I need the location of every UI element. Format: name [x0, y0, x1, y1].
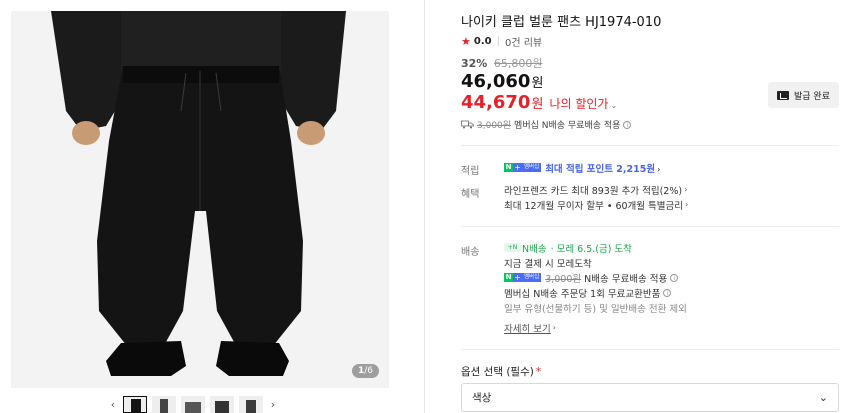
details-link-text: 자세히 보기 [504, 323, 551, 335]
max-points-link[interactable]: 최대 적립 포인트 2,215원 › [545, 161, 660, 175]
discount-rate: 32% [461, 57, 488, 70]
info-icon[interactable]: i [623, 120, 632, 129]
thumbnail-5[interactable] [239, 396, 263, 413]
delivery-label: 배송 [461, 247, 480, 258]
truck-icon [461, 120, 474, 129]
delivery-content: +N N배송 · 모레 6.5.(금) 도착 지금 결제 시 모레도착 N + 멤버… [504, 240, 687, 335]
shipping-fee-struck: 3,000원 [477, 121, 512, 131]
option-select-label: 옵션 선택 (필수) * [461, 364, 541, 379]
benefit-card-link[interactable]: 라인프렌즈 카드 최대 893원 추가 적립(2%) › [504, 182, 688, 197]
my-price-unit: 원 [531, 97, 544, 112]
chevron-right-icon: › [684, 185, 688, 194]
thumb-next-button[interactable]: › [268, 396, 278, 413]
delivery-line-2: 지금 결제 시 모레도착 [504, 258, 592, 270]
delivery-free-shipping: N + 멤버십 3,000원 N배송 무료배송 적용 i [504, 270, 687, 285]
benefit-installment-text: 최대 12개월 무이자 할부 • 60개월 특별금리 [504, 200, 683, 212]
coupon-button-label: 발급 완료 [794, 91, 830, 102]
thumb-prev-button[interactable]: ‹ [108, 396, 118, 413]
chevron-down-icon: ⌄ [610, 101, 618, 110]
shipping-free-text: 멤버십 N배송 무료배송 적용 [514, 121, 621, 131]
divider-bar: | [496, 36, 500, 47]
n-delivery-icon: +N [504, 243, 521, 252]
review-count[interactable]: 0건 리뷰 [505, 34, 542, 49]
section-divider [461, 145, 839, 146]
star-icon: ★ [461, 35, 471, 48]
coupon-icon [777, 90, 789, 100]
membership-label: 멤버십 [522, 163, 542, 172]
section-divider [461, 349, 839, 350]
thumbnail-strip: ‹ › [108, 396, 278, 413]
naver-n-icon: N [504, 273, 513, 282]
option-label-text: 옵션 선택 (필수) [461, 366, 534, 378]
benefits-label: 혜택 [461, 189, 480, 200]
info-icon[interactable]: i [663, 288, 672, 297]
rating-row: ★ 0.0 | 0건 리뷰 [461, 34, 542, 49]
chevron-down-icon: ⌄ [818, 391, 828, 404]
info-icon[interactable]: i [670, 273, 679, 282]
delivery-arrival: +N N배송 · 모레 6.5.(금) 도착 [504, 240, 687, 255]
required-mark: * [535, 366, 542, 378]
thumbnail-2[interactable] [152, 396, 176, 413]
product-gallery: 1/6 ‹ › [0, 0, 425, 413]
pants-illustration [11, 11, 389, 388]
price-row: 46,060 원 [461, 71, 543, 92]
plus-icon: + [513, 273, 522, 282]
naver-membership-badge: N + 멤버십 [504, 163, 542, 172]
delivery-details-link[interactable]: 자세히 보기 › [504, 320, 687, 335]
benefit-card-text: 라인프렌즈 카드 최대 893원 추가 적립(2%) [504, 185, 683, 197]
points-content: N + 멤버십 최대 적립 포인트 2,215원 › [504, 160, 660, 175]
delivery-exchange: 멤버십 N배송 주문당 1회 무료교환반품 i [504, 285, 687, 300]
delivery-fee-struck: 3,000원 [545, 273, 582, 285]
benefits-content: 라인프렌즈 카드 최대 893원 추가 적립(2%) › 최대 12개월 무이자 … [504, 182, 688, 212]
delivery-free-text: N배송 무료배송 적용 [584, 273, 668, 285]
thumbnail-1[interactable] [123, 396, 147, 413]
delivery-exclusion: 일부 유형(선물하기 등) 및 일반배송 전환 제외 [504, 303, 687, 315]
plus-icon: + [513, 163, 522, 172]
rating-score: 0.0 [473, 36, 492, 47]
my-price-label: 나의 할인가 [549, 97, 609, 111]
main-product-image[interactable]: 1/6 [11, 11, 389, 388]
coupon-issued-button[interactable]: 발급 완료 [768, 82, 839, 108]
max-points-text: 최대 적립 포인트 2,215원 [545, 163, 656, 175]
discount-row: 32% 65,800원 [461, 55, 542, 71]
chevron-right-icon: › [552, 323, 556, 332]
color-option-select[interactable]: 색상 ⌄ [461, 383, 839, 412]
section-divider [461, 226, 839, 227]
my-price-row: 44,670 원 나의 할인가 ⌄ [461, 92, 617, 113]
original-price: 65,800원 [493, 57, 543, 70]
product-page: 1/6 ‹ › 나이키 클럽 벌룬 팬츠 HJ1974-010 ★ 0.0 | … [0, 0, 850, 413]
naver-n-icon: N [504, 163, 513, 172]
sale-price: 46,060 [461, 71, 531, 92]
image-counter: 1/6 [351, 364, 379, 378]
my-discount-price: 44,670 [461, 92, 531, 113]
naver-membership-badge: N + 멤버십 [504, 273, 542, 282]
thumbnail-4[interactable] [210, 396, 234, 413]
membership-label: 멤버십 [522, 273, 542, 282]
select-value: 색상 [472, 392, 492, 404]
product-title: 나이키 클럽 벌룬 팬츠 HJ1974-010 [461, 15, 662, 30]
thumbnail-3[interactable] [181, 396, 205, 413]
points-label: 적립 [461, 166, 480, 177]
chevron-right-icon: › [685, 200, 689, 209]
n-delivery-tag: N배송 [522, 243, 547, 255]
chevron-right-icon: › [657, 164, 661, 174]
my-price-dropdown[interactable]: 나의 할인가 ⌄ [549, 95, 617, 112]
benefit-installment-link[interactable]: 최대 12개월 무이자 할부 • 60개월 특별금리 › [504, 197, 688, 212]
price-unit: 원 [531, 76, 544, 91]
delivery-exchange-text: 멤버십 N배송 주문당 1회 무료교환반품 [504, 288, 661, 300]
arrival-date: · 모레 6.5.(금) 도착 [550, 243, 632, 255]
shipping-summary: 3,000원 멤버십 N배송 무료배송 적용 i [461, 118, 632, 131]
